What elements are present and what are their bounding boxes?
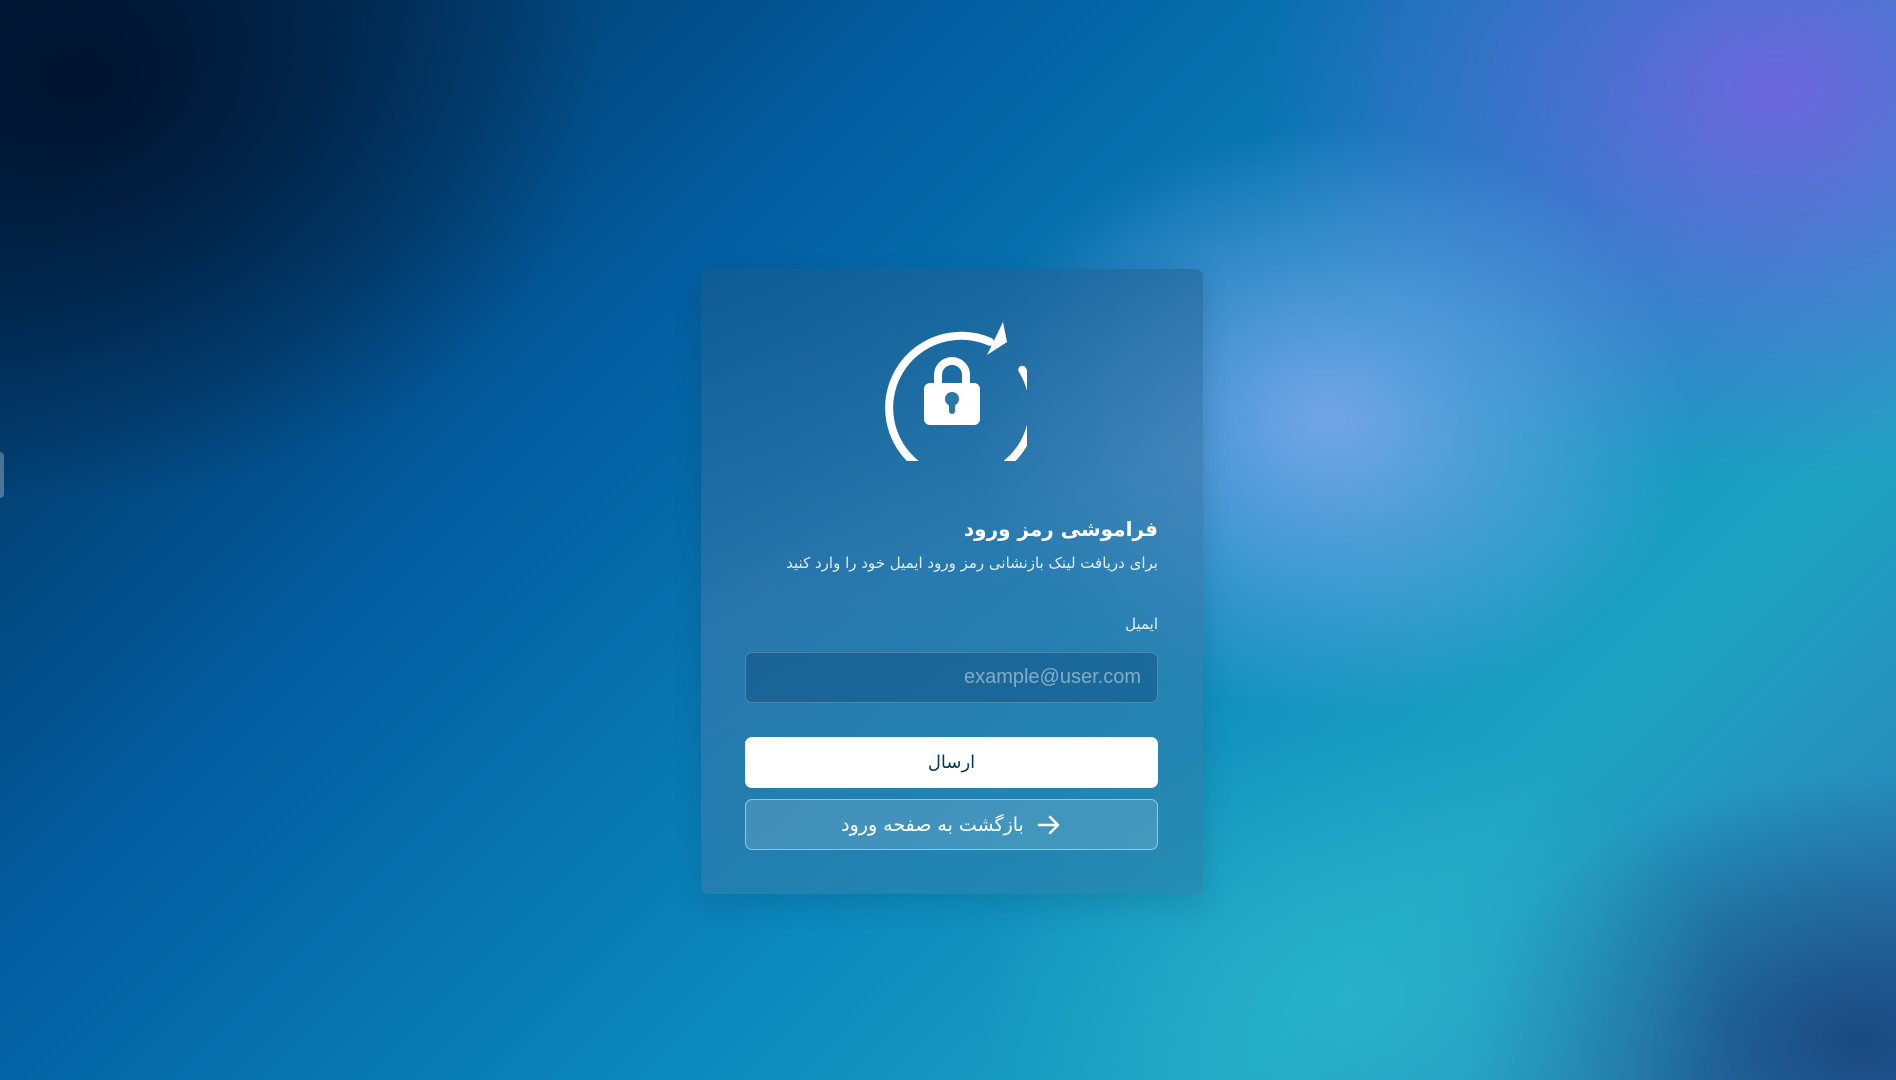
submit-button-label: ارسال [927, 752, 976, 773]
back-button-label: بازگشت به صفحه ورود [841, 813, 1024, 836]
email-input[interactable] [745, 652, 1158, 703]
submit-button[interactable]: ارسال [745, 737, 1158, 788]
forgot-password-card: فراموشی رمز ورود برای دریافت لینک بازنشا… [701, 269, 1203, 894]
email-label: ایمیل [1125, 615, 1158, 633]
side-panel-tab[interactable] [0, 452, 4, 498]
page-subtitle: برای دریافت لینک بازنشانی رمز ورود ایمیل… [786, 554, 1158, 572]
page-title: فراموشی رمز ورود [963, 517, 1158, 541]
back-to-login-button[interactable]: بازگشت به صفحه ورود [745, 799, 1158, 850]
arrow-right-icon [1037, 815, 1060, 834]
lock-reset-icon [885, 322, 1027, 461]
